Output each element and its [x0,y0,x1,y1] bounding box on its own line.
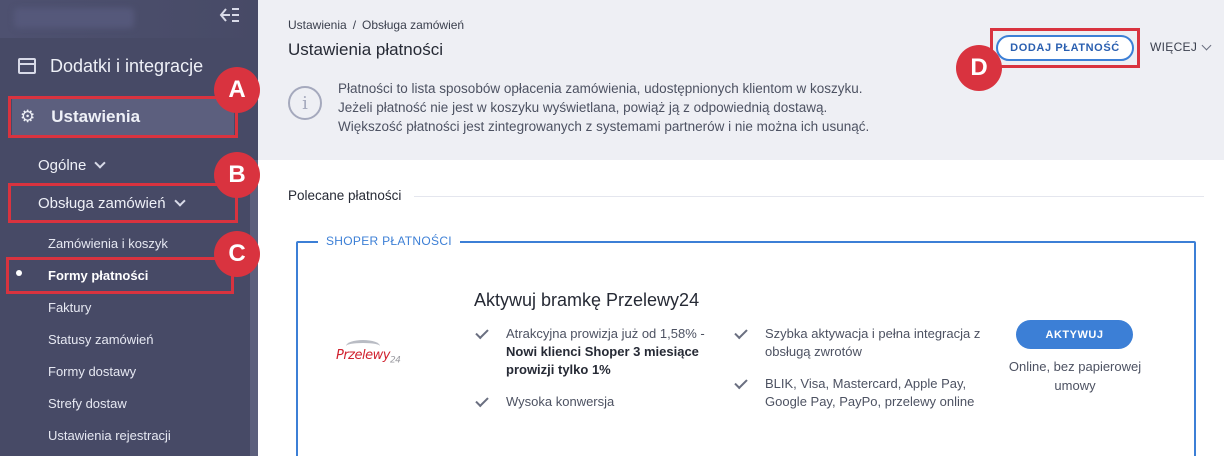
annotation-box-d [990,28,1140,68]
check-icon [475,393,489,408]
annotation-badge-d: D [956,45,1002,91]
sidebar-scrollbar[interactable] [250,160,258,456]
chevron-down-icon [1201,40,1212,50]
annotation-box-b [8,183,238,223]
blurred-logo [14,8,134,28]
check-icon [475,325,489,340]
chevron-down-icon [94,157,107,169]
sidebar-leaf-strefy[interactable]: Strefy dostaw [48,393,127,413]
logo-number: 24 [389,355,401,366]
sidebar: Dodatki i integracje ⚙ Ustawienia Ogólne… [0,0,258,456]
przelewy24-logo: Przelewy24 [336,340,401,366]
feature-text: Atrakcyjna prowizja już od 1,58% - [506,326,705,341]
more-dropdown[interactable]: WIĘCEJ [1150,40,1212,54]
logo-word: Przelewy [336,348,390,363]
info-icon: i [288,86,322,120]
feature-text: Szybka aktywacja i pełna integracja z ob… [765,326,981,359]
annotation-box-a [8,96,238,138]
section-divider [414,196,1204,197]
sidebar-item-dodatki[interactable]: Dodatki i integracje [18,52,203,80]
activate-note: Online, bez papierowej umowy [1008,359,1142,393]
breadcrumb-link-obsluga[interactable]: Obsługa zamówień [362,18,464,32]
info-line: Płatności to lista sposobów opłacenia za… [338,81,863,96]
sidebar-leaf-rejestracja[interactable]: Ustawienia rejestracji [48,425,171,445]
feature-highlight: Nowi klienci Shoper 3 miesiące prowizji … [506,344,699,377]
page-header: Ustawienia / Obsługa zamówień Ustawienia p… [258,0,1224,160]
annotation-badge-a: A [214,67,260,113]
feature-item: Szybka aktywacja i pełna integracja z ob… [734,325,985,361]
info-text: Płatności to lista sposobów opłacenia za… [338,79,869,136]
annotation-badge-c: C [214,231,260,277]
promo-title: Aktywuj bramkę Przelewy24 [474,290,700,310]
annotation-badge-b: B [214,152,260,198]
sidebar-sub-label: Ogólne [38,156,87,174]
sidebar-leaf-zamowienia[interactable]: Zamówienia i koszyk [48,233,168,253]
feature-item: Wysoka konwersja [475,393,726,411]
page-title: Ustawienia płatności [288,40,443,59]
activate-button[interactable]: AKTYWUJ [1016,320,1133,349]
info-line: Jeżeli płatność nie jest w koszyku wyświ… [338,100,828,115]
feature-item: BLIK, Visa, Mastercard, Apple Pay, Googl… [734,375,985,411]
annotation-box-c [6,257,234,294]
info-line: Większość płatności jest zintegrowanych … [338,119,870,134]
sidebar-leaf-formy-dostawy[interactable]: Formy dostawy [48,361,136,381]
feature-item: Atrakcyjna prowizja już od 1,58% - Nowi … [475,325,726,379]
logo-text: Przelewy24 [336,348,401,366]
section-title: Polecane płatności [288,188,402,203]
check-icon [734,375,748,390]
feature-text: Wysoka konwersja [506,394,615,409]
collapse-sidebar-icon[interactable] [218,6,240,24]
sidebar-leaf-statusy[interactable]: Statusy zamówień [48,329,154,349]
sidebar-sub-ogolne[interactable]: Ogólne [38,154,107,176]
breadcrumb-separator: / [352,18,357,32]
panel-legend: SHOPER PŁATNOŚCI [318,234,460,248]
breadcrumb-link-ustawienia[interactable]: Ustawienia [288,18,347,32]
calendar-icon [18,58,36,74]
check-icon [734,325,748,340]
more-label: WIĘCEJ [1150,40,1198,54]
sidebar-leaf-faktury[interactable]: Faktury [48,297,91,317]
sidebar-item-label: Dodatki i integracje [50,55,204,76]
feature-text: BLIK, Visa, Mastercard, Apple Pay, Googl… [765,376,975,409]
breadcrumb: Ustawienia / Obsługa zamówień [288,18,464,32]
